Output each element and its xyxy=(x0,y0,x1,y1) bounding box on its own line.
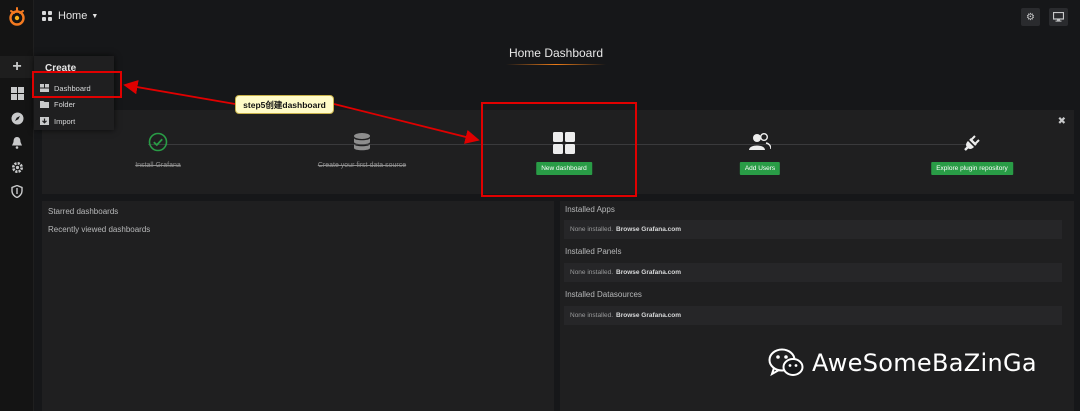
empty-text: None installed. xyxy=(570,226,613,233)
home-label: Home xyxy=(58,10,88,22)
title-underline xyxy=(506,64,606,65)
wechat-icon xyxy=(768,348,804,377)
new-dashboard-grid-icon xyxy=(553,132,575,154)
plug-icon xyxy=(964,135,980,151)
dashboard-settings-button[interactable]: ⚙ xyxy=(1021,8,1040,26)
folder-icon xyxy=(40,101,49,108)
close-icon[interactable]: ✖ xyxy=(1058,116,1066,127)
watermark: AweSomeBaZinGa xyxy=(768,348,1037,378)
recent-dashboards-heading: Recently viewed dashboards xyxy=(48,225,151,234)
settings-gear-icon: ⚙ xyxy=(1026,11,1035,23)
installed-apps-empty: None installed. Browse Grafana.com xyxy=(564,220,1062,239)
top-navbar: Home ▼ ⚙ xyxy=(34,0,1080,36)
users-icon xyxy=(749,133,771,150)
create-folder-item[interactable]: Folder xyxy=(40,97,110,111)
step-explore-plugins: Explore plugin repository xyxy=(912,110,1032,194)
dashboard-grid-icon xyxy=(42,11,52,21)
explore-compass-icon[interactable] xyxy=(9,110,25,126)
plus-icon[interactable]: + xyxy=(9,58,25,75)
monitor-icon xyxy=(1053,12,1064,22)
starred-dashboards-heading: Starred dashboards xyxy=(48,207,119,216)
step-add-users: Add Users xyxy=(700,110,820,194)
alerting-bell-icon[interactable] xyxy=(9,134,25,150)
import-icon xyxy=(40,117,49,125)
annotation-callout: step5创建dashboard xyxy=(235,95,334,114)
grafana-logo-icon[interactable] xyxy=(7,7,27,27)
step-install-grafana: Install Grafana xyxy=(98,110,218,194)
step-label: Install Grafana xyxy=(135,162,181,169)
menu-item-label: Folder xyxy=(54,99,76,109)
installed-panels-empty: None installed. Browse Grafana.com xyxy=(564,263,1062,282)
step-label: Create your first data source xyxy=(317,162,407,169)
installed-panels-heading: Installed Panels xyxy=(565,247,622,256)
caret-down-icon: ▼ xyxy=(91,12,99,20)
empty-text: None installed. xyxy=(570,312,613,319)
home-dashboard-picker[interactable]: Home ▼ xyxy=(42,10,98,22)
menu-item-label: Import xyxy=(54,116,76,126)
add-users-button[interactable]: Add Users xyxy=(739,162,781,175)
browse-grafana-link[interactable]: Browse Grafana.com xyxy=(616,226,681,233)
page-title: Home Dashboard xyxy=(508,46,604,60)
installed-datasources-empty: None installed. Browse Grafana.com xyxy=(564,306,1062,325)
browse-grafana-link[interactable]: Browse Grafana.com xyxy=(616,269,681,276)
menu-item-label: Dashboard xyxy=(54,83,91,93)
explore-plugin-repository-button[interactable]: Explore plugin repository xyxy=(931,162,1013,175)
view-mode-button[interactable] xyxy=(1049,8,1068,26)
new-dashboard-button[interactable]: New dashboard xyxy=(536,162,592,175)
create-menu-title: Create xyxy=(45,63,77,74)
step-create-datasource: Create your first data source xyxy=(302,110,422,194)
database-icon xyxy=(354,133,370,151)
configuration-gear-icon[interactable] xyxy=(9,159,25,175)
plugin-list-panel: Installed Apps None installed. Browse Gr… xyxy=(560,201,1074,411)
dashboard-list-panel: Starred dashboards Recently viewed dashb… xyxy=(42,201,554,411)
installed-apps-heading: Installed Apps xyxy=(565,205,615,214)
check-circle-icon xyxy=(148,132,168,152)
installed-datasources-heading: Installed Datasources xyxy=(565,290,642,299)
dashboards-icon[interactable] xyxy=(9,85,25,101)
dashboard-small-icon xyxy=(40,84,49,92)
empty-text: None installed. xyxy=(570,269,613,276)
create-dashboard-item[interactable]: Dashboard xyxy=(40,81,110,95)
getting-started-panel: ✖ Install Grafana Create your first data… xyxy=(42,110,1074,194)
browse-grafana-link[interactable]: Browse Grafana.com xyxy=(616,312,681,319)
import-item[interactable]: Import xyxy=(40,114,110,128)
sidebar: + xyxy=(0,0,34,411)
server-admin-shield-icon[interactable] xyxy=(9,183,25,199)
watermark-text: AweSomeBaZinGa xyxy=(812,349,1037,377)
step-new-dashboard: New dashboard xyxy=(504,110,624,194)
create-menu: Create Dashboard Folder Import xyxy=(34,56,114,130)
